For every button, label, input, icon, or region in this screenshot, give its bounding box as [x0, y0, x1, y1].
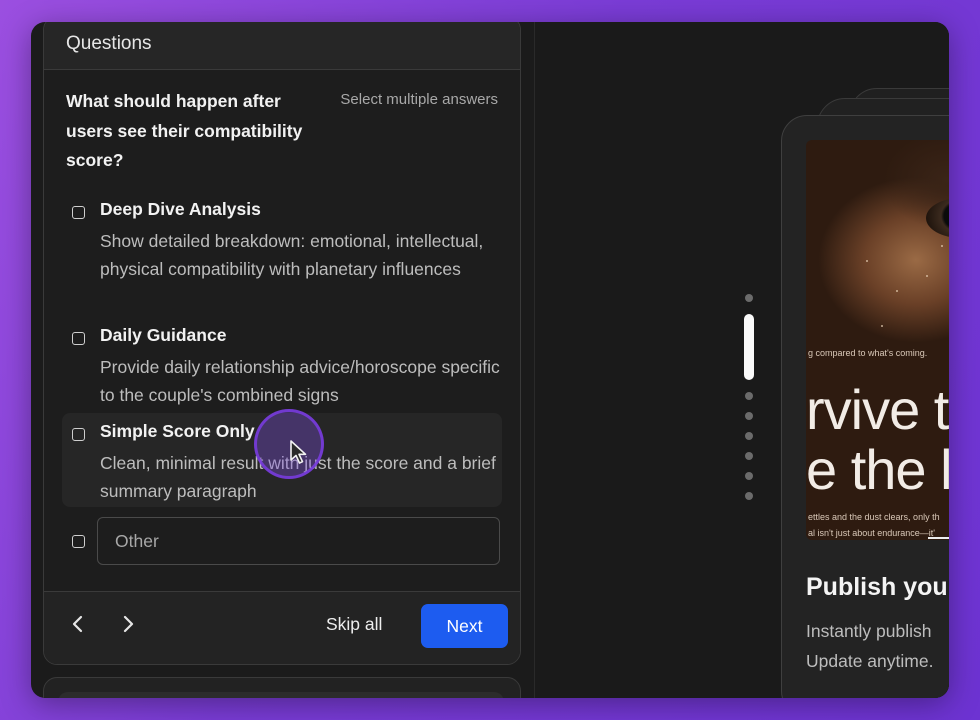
publish-title: Publish you	[806, 573, 948, 601]
panel-footer: Skip all Next	[44, 591, 520, 664]
page-dot-active[interactable]	[744, 314, 754, 380]
app-window: Questions What should happen after users…	[31, 22, 949, 698]
option-description: Provide daily relationship advice/horosc…	[100, 357, 500, 405]
photo-speck	[941, 245, 943, 247]
preview-link-underline	[928, 537, 949, 539]
checkbox-icon[interactable]	[72, 206, 85, 219]
panel-title: Questions	[66, 33, 152, 54]
other-input[interactable]	[97, 517, 500, 565]
page-dot[interactable]	[745, 432, 753, 440]
option-title: Daily Guidance	[100, 325, 227, 345]
option-title: Deep Dive Analysis	[100, 199, 261, 219]
secondary-panel	[43, 677, 521, 698]
question-text: What should happen after users see their…	[66, 91, 303, 170]
preview-photo: g compared to what's coming. rvive th e …	[806, 140, 949, 540]
device-frame-preview: g compared to what's coming. rvive th e …	[781, 115, 949, 698]
photo-speck	[866, 260, 868, 262]
mouse-pointer-icon	[290, 440, 307, 464]
panel-header: Questions	[44, 22, 520, 70]
option-description: Show detailed breakdown: emotional, inte…	[100, 231, 484, 279]
skip-all-button[interactable]: Skip all	[326, 614, 382, 635]
page-dot[interactable]	[745, 392, 753, 400]
publish-description: Instantly publish Update anytime.	[806, 616, 933, 676]
page-dot[interactable]	[745, 472, 753, 480]
next-button[interactable]: Next	[421, 604, 508, 648]
chevron-right-icon[interactable]	[116, 612, 140, 636]
page-dot[interactable]	[745, 294, 753, 302]
preview-small-text: g compared to what's coming.	[808, 348, 928, 358]
option-title: Simple Score Only	[100, 421, 255, 441]
preview-body-text: al isn't just about endurance—it'	[808, 528, 936, 538]
checkbox-icon[interactable]	[72, 428, 85, 441]
page-dot[interactable]	[745, 492, 753, 500]
publish-desc-line-2: Update anytime.	[806, 651, 934, 671]
secondary-panel-inner	[58, 692, 504, 698]
preview-body-text: ettles and the dust clears, only th	[808, 512, 940, 522]
page-dot[interactable]	[745, 412, 753, 420]
questions-panel: Questions What should happen after users…	[43, 22, 521, 665]
checkbox-icon[interactable]	[72, 332, 85, 345]
photo-speck	[926, 275, 928, 277]
select-hint: Select multiple answers	[340, 91, 498, 108]
chevron-left-icon[interactable]	[66, 612, 90, 636]
option-deep-dive[interactable]: Deep Dive Analysis Show detailed breakdo…	[62, 199, 502, 299]
option-daily-guidance[interactable]: Daily Guidance Provide daily relationshi…	[62, 325, 502, 405]
photo-speck	[896, 290, 898, 292]
preview-headline-line-1: rvive th	[806, 378, 949, 441]
preview-headline-line-2: e the l	[806, 438, 949, 501]
publish-desc-line-1: Instantly publish	[806, 621, 932, 641]
photo-speck	[881, 325, 883, 327]
checkbox-icon[interactable]	[72, 535, 85, 548]
photo-eye	[926, 198, 949, 238]
page-dot[interactable]	[745, 452, 753, 460]
